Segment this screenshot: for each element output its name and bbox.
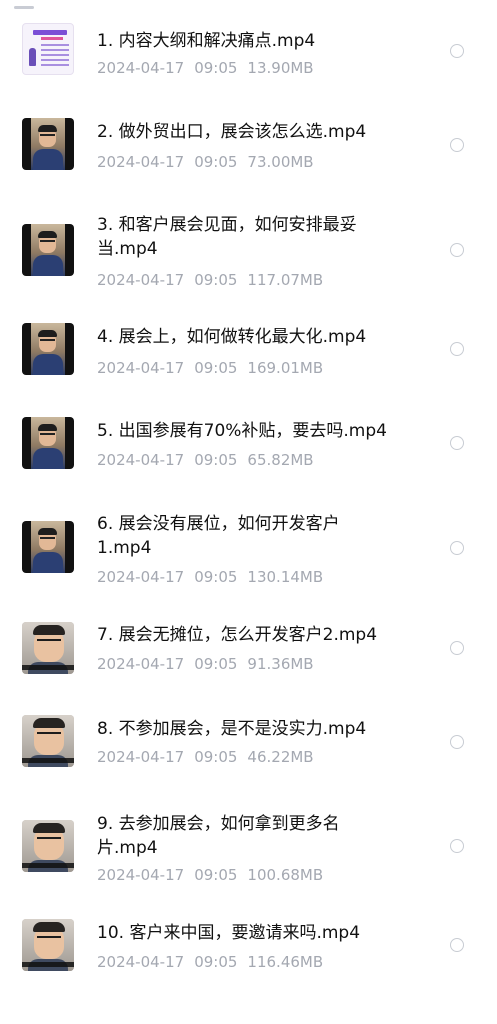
radio-circle-icon[interactable] (450, 541, 464, 555)
file-time: 09:05 (194, 655, 238, 673)
video-thumbnail-icon (22, 919, 74, 971)
video-thumbnail-icon (22, 323, 74, 375)
file-meta: 2024-04-17 09:05 117.07MB (97, 271, 427, 289)
file-time: 09:05 (194, 953, 238, 971)
file-time: 09:05 (194, 271, 238, 289)
file-time: 09:05 (194, 568, 238, 586)
file-title: 6. 展会没有展位，如何开发客户1.mp4 (97, 514, 340, 558)
radio-circle-icon[interactable] (450, 342, 464, 356)
file-time: 09:05 (194, 451, 238, 469)
file-time: 09:05 (194, 59, 238, 77)
file-size: 116.46MB (247, 953, 324, 971)
file-size: 13.90MB (247, 59, 314, 77)
file-date: 2024-04-17 (97, 953, 185, 971)
file-date: 2024-04-17 (97, 748, 185, 766)
file-size: 73.00MB (247, 153, 314, 171)
video-thumbnail-icon (22, 820, 74, 872)
list-item[interactable]: 5. 出国参展有70%补贴，要去吗.mp4 2024-04-17 09:05 65.… (0, 400, 497, 495)
radio-circle-icon[interactable] (450, 938, 464, 952)
radio-circle-icon[interactable] (450, 839, 464, 853)
file-title: 10. 客户来中国，要邀请来吗.mp4 (97, 923, 361, 943)
list-item[interactable]: 8. 不参加展会，是不是没实力.mp4 2024-04-17 09:05 46.22… (0, 700, 497, 800)
file-date: 2024-04-17 (97, 59, 185, 77)
list-item[interactable]: 7. 展会无摊位，怎么开发客户2.mp4 2024-04-17 09:05 91.3… (0, 605, 497, 700)
file-title: 2. 做外贸出口，展会该怎么选.mp4 (97, 122, 367, 142)
list-item[interactable]: 1. 内容大纲和解决痛点.mp4 2024-04-17 09:05 13.90MB (0, 0, 497, 95)
file-size: 169.01MB (247, 359, 324, 377)
file-time: 09:05 (194, 748, 238, 766)
file-title: 1. 内容大纲和解决痛点.mp4 (97, 31, 316, 51)
radio-circle-icon[interactable] (450, 138, 464, 152)
file-date: 2024-04-17 (97, 451, 185, 469)
file-meta: 2024-04-17 09:05 13.90MB (97, 59, 427, 77)
video-thumbnail-icon (22, 118, 74, 170)
file-title: 9. 去参加展会，如何拿到更多名片.mp4 (97, 814, 340, 858)
video-thumbnail-icon (22, 521, 74, 573)
file-meta: 2024-04-17 09:05 46.22MB (97, 748, 427, 766)
file-date: 2024-04-17 (97, 655, 185, 673)
file-meta: 2024-04-17 09:05 130.14MB (97, 568, 427, 586)
file-date: 2024-04-17 (97, 153, 185, 171)
file-list: 1. 内容大纲和解决痛点.mp4 2024-04-17 09:05 13.90MB … (0, 0, 497, 1024)
file-date: 2024-04-17 (97, 271, 185, 289)
file-meta: 2024-04-17 09:05 73.00MB (97, 153, 427, 171)
list-item[interactable]: 9. 去参加展会，如何拿到更多名片.mp4 2024-04-17 09:05 100… (0, 800, 497, 915)
radio-circle-icon[interactable] (450, 243, 464, 257)
list-item[interactable]: 10. 客户来中国，要邀请来吗.mp4 2024-04-17 09:05 116.4… (0, 915, 497, 1015)
file-meta: 2024-04-17 09:05 169.01MB (97, 359, 427, 377)
radio-circle-icon[interactable] (450, 735, 464, 749)
file-date: 2024-04-17 (97, 359, 185, 377)
file-time: 09:05 (194, 866, 238, 884)
file-meta: 2024-04-17 09:05 116.46MB (97, 953, 427, 971)
video-thumbnail-icon (22, 715, 74, 767)
file-meta: 2024-04-17 09:05 100.68MB (97, 866, 427, 884)
file-size: 100.68MB (247, 866, 324, 884)
file-time: 09:05 (194, 359, 238, 377)
file-size: 46.22MB (247, 748, 314, 766)
radio-circle-icon[interactable] (450, 641, 464, 655)
file-time: 09:05 (194, 153, 238, 171)
file-title: 5. 出国参展有70%补贴，要去吗.mp4 (97, 421, 387, 441)
list-item[interactable]: 4. 展会上，如何做转化最大化.mp4 2024-04-17 09:05 169.0… (0, 305, 497, 400)
file-title: 8. 不参加展会，是不是没实力.mp4 (97, 719, 367, 739)
file-meta: 2024-04-17 09:05 91.36MB (97, 655, 427, 673)
list-item[interactable]: 3. 和客户展会见面，如何安排最妥当.mp4 2024-04-17 09:05 11… (0, 195, 497, 305)
file-title: 4. 展会上，如何做转化最大化.mp4 (97, 327, 367, 347)
video-thumbnail-icon (22, 224, 74, 276)
list-item[interactable]: 6. 展会没有展位，如何开发客户1.mp4 2024-04-17 09:05 130… (0, 495, 497, 605)
file-date: 2024-04-17 (97, 568, 185, 586)
list-item[interactable]: 2. 做外贸出口，展会该怎么选.mp4 2024-04-17 09:05 73.00… (0, 95, 497, 195)
document-thumbnail-icon (22, 23, 74, 75)
file-size: 130.14MB (247, 568, 324, 586)
file-size: 117.07MB (247, 271, 324, 289)
file-meta: 2024-04-17 09:05 65.82MB (97, 451, 427, 469)
video-thumbnail-icon (22, 417, 74, 469)
file-title: 7. 展会无摊位，怎么开发客户2.mp4 (97, 625, 378, 645)
file-date: 2024-04-17 (97, 866, 185, 884)
file-title: 3. 和客户展会见面，如何安排最妥当.mp4 (97, 215, 357, 259)
video-thumbnail-icon (22, 622, 74, 674)
radio-circle-icon[interactable] (450, 44, 464, 58)
radio-circle-icon[interactable] (450, 436, 464, 450)
file-size: 91.36MB (247, 655, 314, 673)
file-size: 65.82MB (247, 451, 314, 469)
